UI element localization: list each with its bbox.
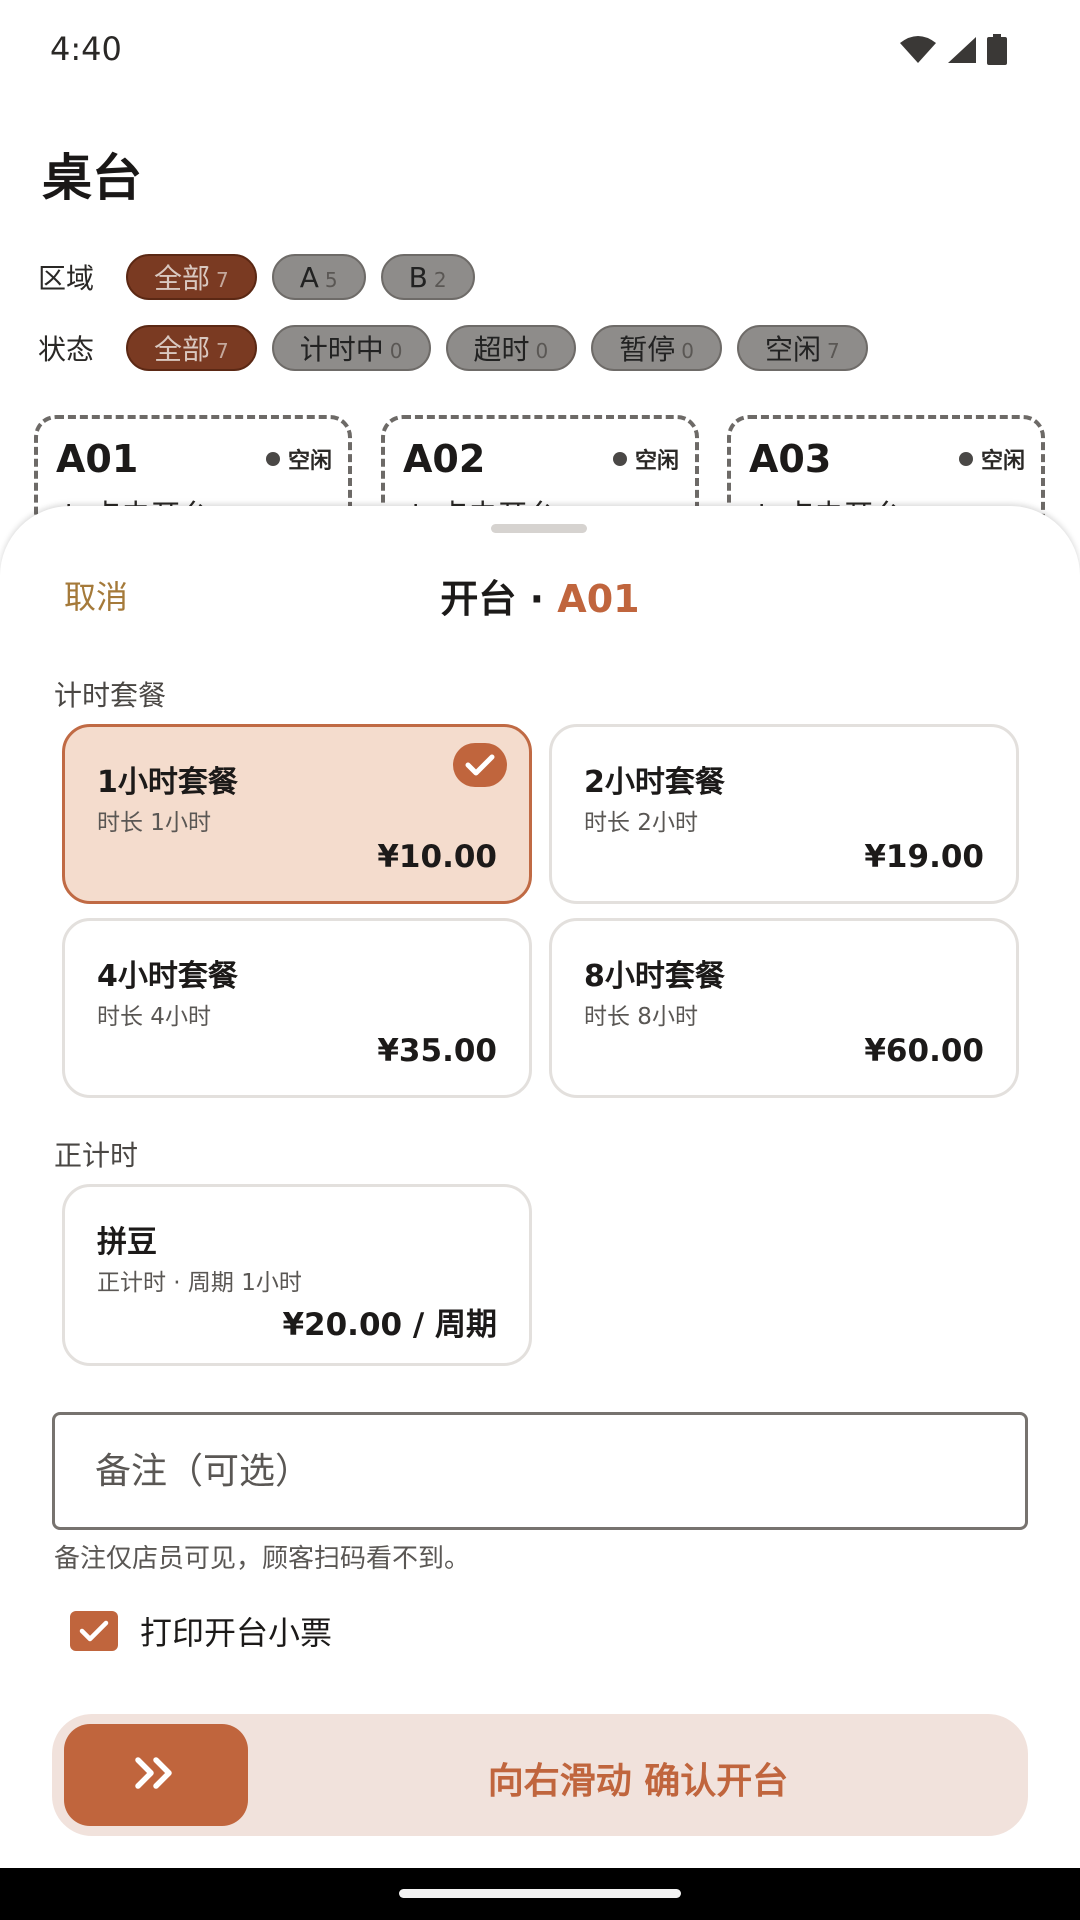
package-name: 8小时套餐 xyxy=(584,959,725,994)
sheet-title: 开台 · A01 xyxy=(0,568,1080,623)
package-price: ¥35.00 xyxy=(377,1033,497,1069)
package-card-4h[interactable]: 4小时套餐 时长 4小时 ¥35.00 xyxy=(62,918,532,1098)
package-name: 1小时套餐 xyxy=(97,765,238,800)
note-input[interactable] xyxy=(52,1412,1028,1530)
countup-card-pindou[interactable]: 拼豆 正计时 · 周期 1小时 ¥20.00 / 周期 xyxy=(62,1184,532,1366)
package-card-8h[interactable]: 8小时套餐 时长 8小时 ¥60.00 xyxy=(549,918,1019,1098)
print-ticket-label: 打印开台小票 xyxy=(140,1614,333,1652)
package-price: ¥60.00 xyxy=(864,1033,984,1069)
selected-check-icon xyxy=(453,743,507,787)
print-ticket-checkbox[interactable] xyxy=(70,1611,118,1651)
package-desc: 时长 1小时 xyxy=(97,810,211,836)
cancel-button[interactable]: 取消 xyxy=(64,572,128,618)
system-nav-bar xyxy=(0,1868,1080,1920)
package-card-1h[interactable]: 1小时套餐 时长 1小时 ¥10.00 xyxy=(62,724,532,904)
sheet-title-table: A01 xyxy=(557,577,640,621)
sheet-drag-handle[interactable] xyxy=(491,524,587,533)
slider-label: 向右滑动 确认开台 xyxy=(487,1761,789,1802)
package-name: 2小时套餐 xyxy=(584,765,725,800)
open-table-sheet: 开台 · A01 取消 计时套餐 1小时套餐 时长 1小时 ¥10.00 2小时… xyxy=(0,506,1080,1920)
package-card-2h[interactable]: 2小时套餐 时长 2小时 ¥19.00 xyxy=(549,724,1019,904)
package-desc: 时长 4小时 xyxy=(97,1004,211,1030)
print-ticket-row[interactable]: 打印开台小票 xyxy=(70,1608,332,1654)
slider-thumb[interactable] xyxy=(64,1724,248,1826)
home-gesture-handle[interactable] xyxy=(399,1889,681,1898)
swipe-confirm-slider[interactable]: 向右滑动 确认开台 xyxy=(52,1714,1028,1836)
package-price: ¥19.00 xyxy=(864,839,984,875)
timed-section-label: 计时套餐 xyxy=(54,679,167,712)
countup-section-label: 正计时 xyxy=(54,1139,139,1172)
package-name: 4小时套餐 xyxy=(97,959,238,994)
package-price: ¥10.00 xyxy=(377,839,497,875)
package-desc: 正计时 · 周期 1小时 xyxy=(97,1270,302,1296)
package-name: 拼豆 xyxy=(97,1225,157,1260)
note-hint: 备注仅店员可见，顾客扫码看不到。 xyxy=(54,1544,471,1574)
package-desc: 时长 8小时 xyxy=(584,1004,698,1030)
double-chevron-right-icon xyxy=(134,1756,178,1794)
package-desc: 时长 2小时 xyxy=(584,810,698,836)
sheet-title-prefix: 开台 · xyxy=(440,577,558,621)
package-price: ¥20.00 / 周期 xyxy=(282,1307,497,1343)
